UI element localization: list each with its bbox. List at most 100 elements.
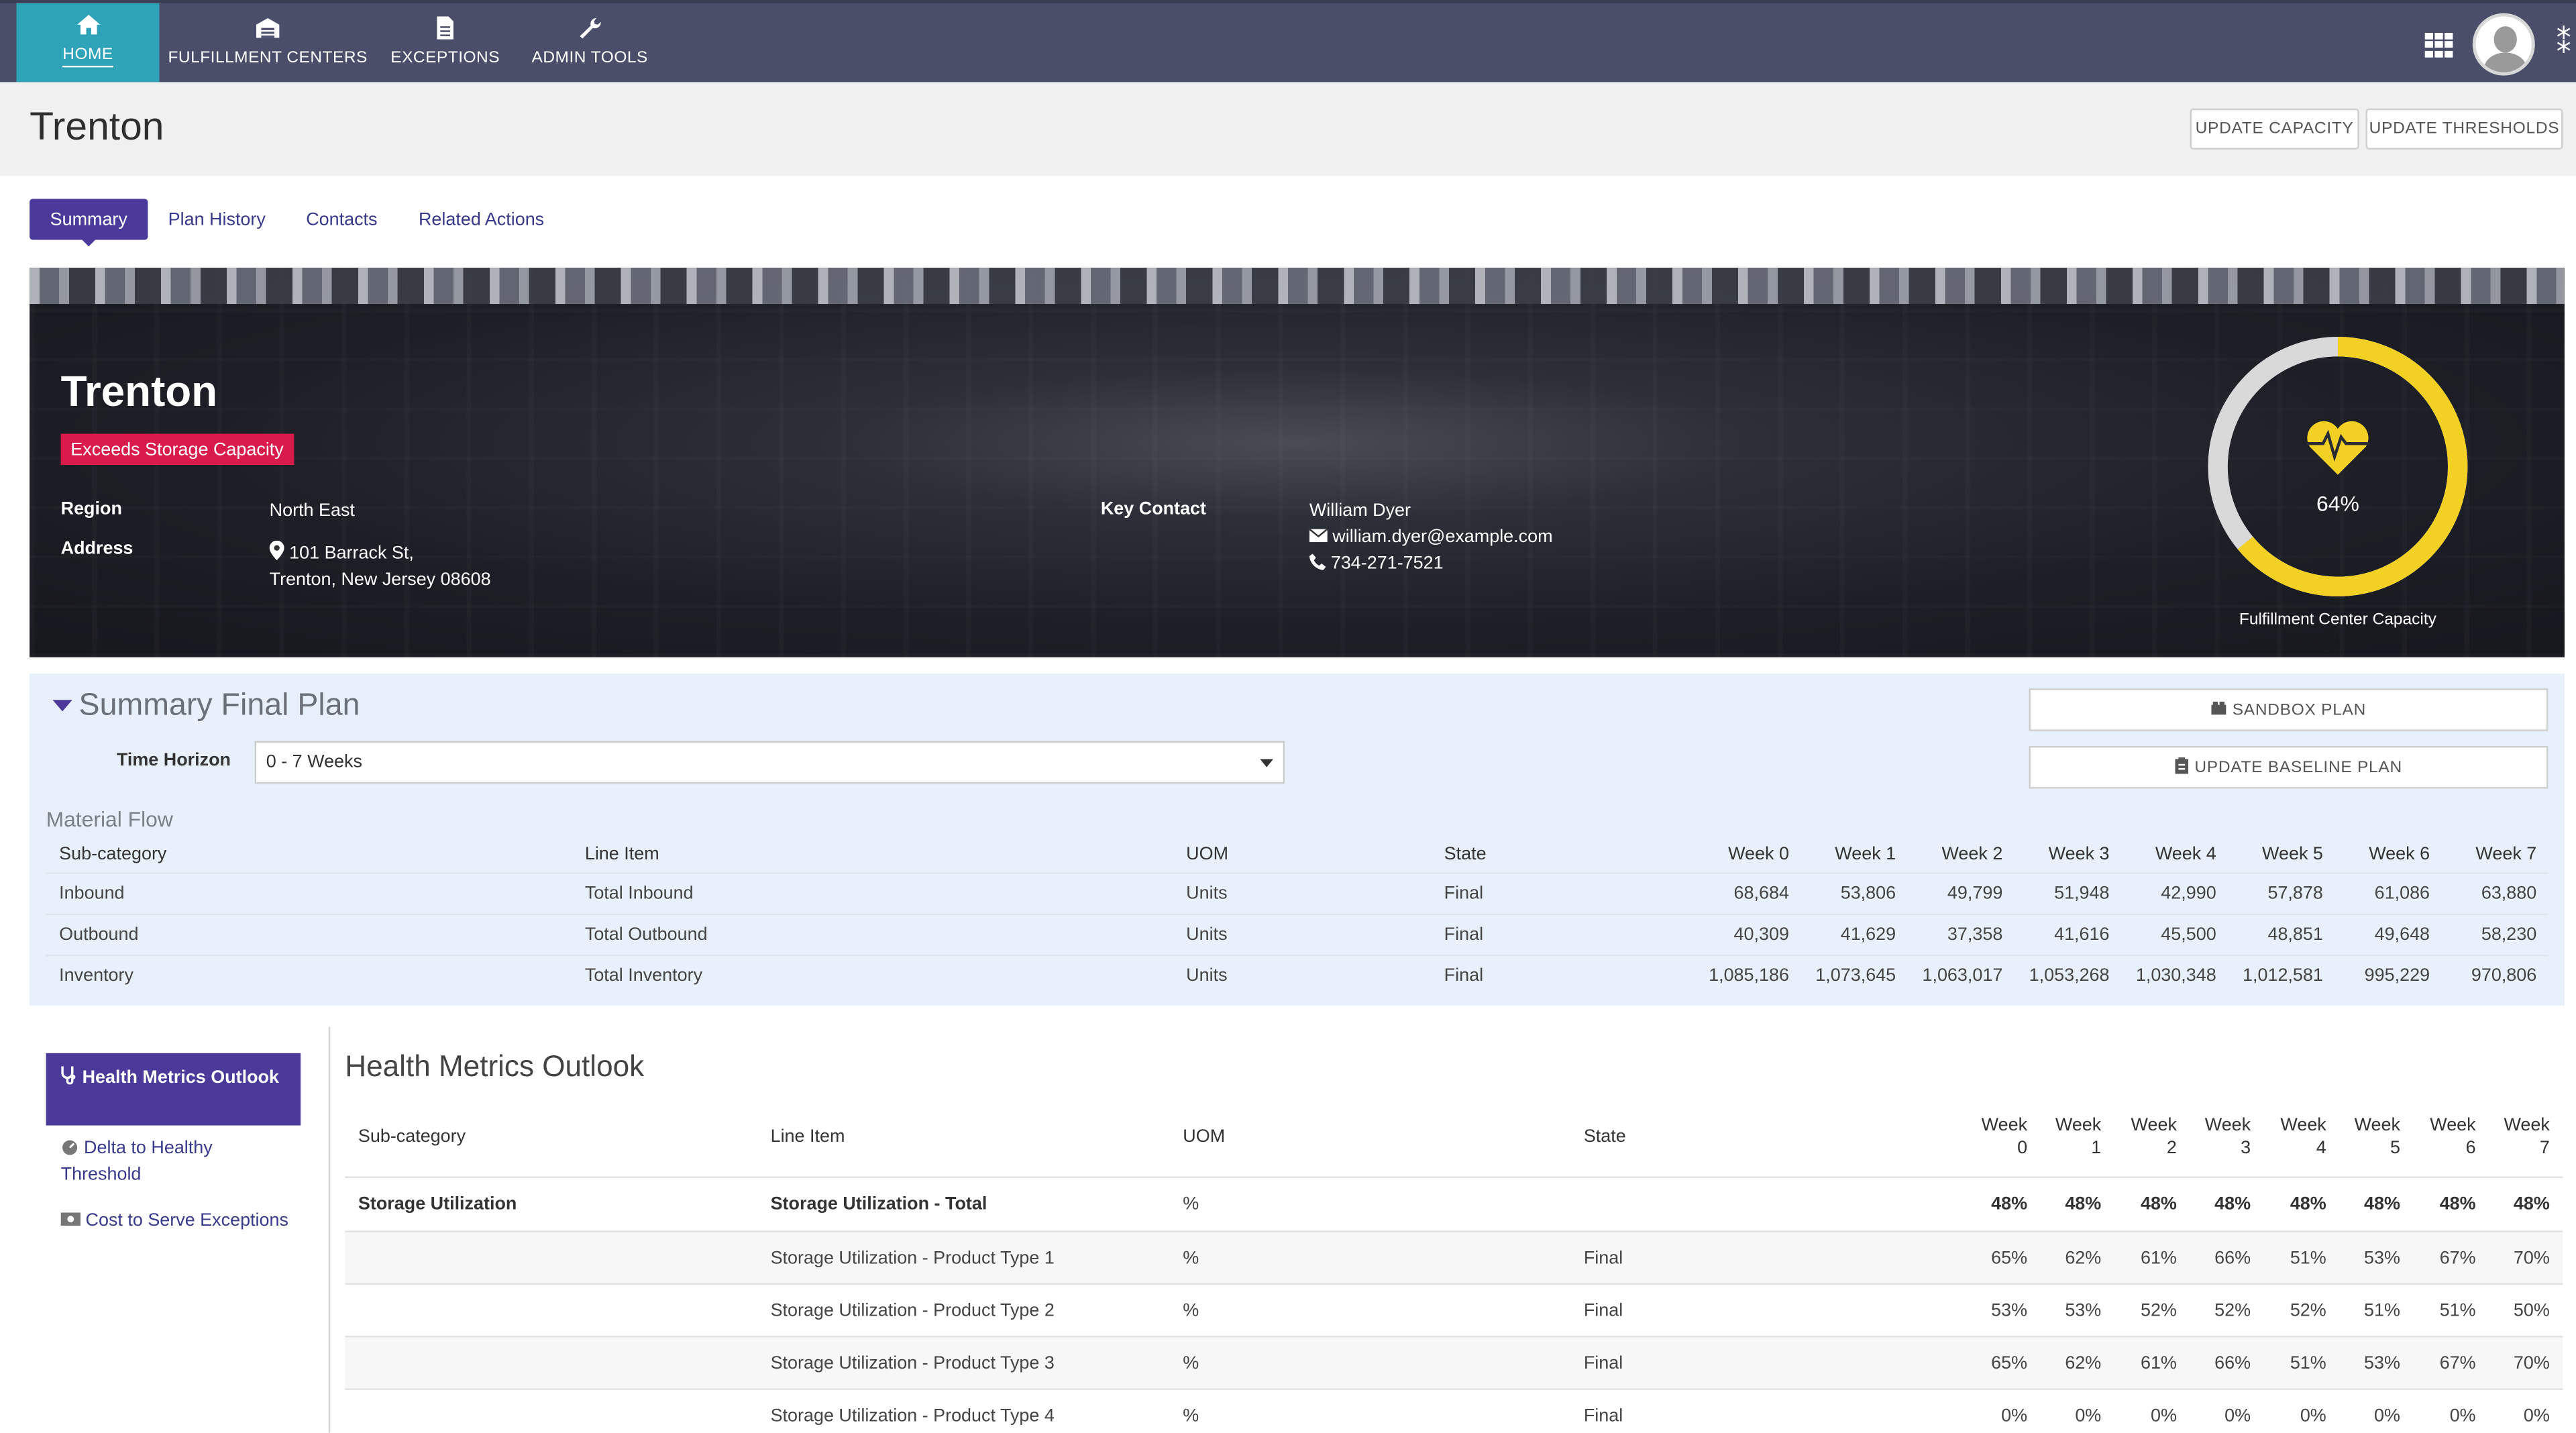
week-header-number: 0 xyxy=(2017,1138,2028,1159)
cell-line-item: Total Outbound xyxy=(584,924,708,945)
user-avatar[interactable] xyxy=(2472,13,2535,76)
contact-name: William Dyer xyxy=(1309,500,1411,521)
cell-week-value: 51% xyxy=(2364,1301,2400,1321)
tab-plan-history[interactable]: Plan History xyxy=(158,199,276,240)
cell-week-value: 48% xyxy=(2364,1194,2400,1214)
money-icon xyxy=(60,1211,81,1230)
update-baseline-plan-button[interactable]: UPDATE BASELINE PLAN xyxy=(2029,745,2548,789)
cell-subcategory: Outbound xyxy=(59,924,139,945)
stethoscope-icon xyxy=(61,1066,77,1087)
cell-week-value: 0% xyxy=(2449,1406,2476,1426)
hm-column-header-week-5[interactable]: Week 5 xyxy=(2334,1114,2400,1160)
cell-week-value: 52% xyxy=(2214,1301,2251,1321)
update-capacity-button[interactable]: UPDATE CAPACITY xyxy=(2190,108,2359,150)
top-nav-bar: HOME FULFILLMENT CENTERS EXCEPTIONS ADMI… xyxy=(0,0,2576,83)
page-title: Trenton xyxy=(30,105,164,150)
cell-week-value: 51% xyxy=(2439,1301,2476,1321)
cell-week-value: 53% xyxy=(2364,1353,2400,1374)
heartbeat-icon xyxy=(2306,421,2369,475)
cell-uom: Units xyxy=(1186,884,1228,904)
cell-line-item: Storage Utilization - Product Type 2 xyxy=(770,1301,1055,1321)
cell-week-value: 53% xyxy=(2065,1301,2102,1321)
region-label: Region xyxy=(60,499,122,519)
contact-email[interactable]: william.dyer@example.com xyxy=(1332,527,1552,547)
hm-column-header-week-4[interactable]: Week 4 xyxy=(2261,1114,2326,1160)
cell-week-value: 62% xyxy=(2065,1353,2102,1374)
cell-week-value: 58,230 xyxy=(2481,924,2537,945)
hm-column-header-week-6[interactable]: Week 6 xyxy=(2410,1114,2475,1160)
cell-uom: Units xyxy=(1186,966,1228,986)
phone-icon xyxy=(1309,553,1326,573)
column-header-subcategory[interactable]: Sub-category xyxy=(59,845,166,864)
cell-week-value: 51% xyxy=(2290,1353,2326,1374)
column-header-uom[interactable]: UOM xyxy=(1186,845,1228,864)
hm-column-header-week-0[interactable]: Week 0 xyxy=(1962,1114,2027,1160)
cell-week-value: 0% xyxy=(2523,1406,2550,1426)
nav-item-admin-tools[interactable]: ADMIN TOOLS xyxy=(523,3,657,83)
cell-uom: Units xyxy=(1186,924,1228,945)
cell-week-value: 66% xyxy=(2214,1249,2251,1269)
cell-week-value: 65% xyxy=(1991,1249,2028,1269)
cell-state: Final xyxy=(1583,1249,1623,1269)
tab-related-actions[interactable]: Related Actions xyxy=(406,199,557,240)
collapse-caret-icon[interactable] xyxy=(52,700,72,712)
hm-column-header-week-7[interactable]: Week 7 xyxy=(2484,1114,2550,1160)
sidebar-item-health-metrics-outlook[interactable]: Health Metrics Outlook xyxy=(46,1053,301,1126)
nav-item-fulfillment-centers[interactable]: FULFILLMENT CENTERS xyxy=(166,3,370,83)
sidebar-item-delta-to-healthy-threshold[interactable]: Delta to Healthy Threshold xyxy=(61,1135,291,1187)
contact-phone: 734-271-7521 xyxy=(1330,553,1444,574)
column-header-line-item[interactable]: Line Item xyxy=(585,845,659,864)
week-header-word: Week xyxy=(1981,1115,2028,1136)
cell-week-value: 0% xyxy=(2150,1406,2177,1426)
nav-item-home[interactable]: HOME xyxy=(16,3,160,83)
sandbox-plan-button[interactable]: SANDBOX PLAN xyxy=(2029,688,2548,731)
cell-week-value: 66% xyxy=(2214,1353,2251,1374)
tab-summary[interactable]: Summary xyxy=(30,199,148,247)
apps-grid-icon[interactable] xyxy=(2424,32,2453,58)
cell-week-value: 62% xyxy=(2065,1249,2102,1269)
cell-uom: % xyxy=(1183,1301,1199,1321)
warehouse-background-image xyxy=(30,268,2565,305)
hm-column-header-uom[interactable]: UOM xyxy=(1183,1127,1225,1147)
cell-week-value: 970,806 xyxy=(2471,966,2537,986)
cell-week-value: 50% xyxy=(2513,1301,2550,1321)
time-horizon-select[interactable]: 0 - 7 Weeks xyxy=(254,741,1285,784)
pin-icon[interactable]: ⁑ xyxy=(2557,26,2571,60)
cell-subcategory: Storage Utilization xyxy=(358,1194,517,1214)
week-header-number: 5 xyxy=(2390,1138,2400,1159)
week-header-number: 7 xyxy=(2539,1138,2550,1159)
map-pin-icon xyxy=(269,540,284,564)
hm-column-header-week-2[interactable]: Week 2 xyxy=(2111,1114,2177,1160)
cell-uom: % xyxy=(1183,1249,1199,1269)
cell-line-item: Total Inventory xyxy=(584,966,703,986)
hm-column-header-week-3[interactable]: Week 3 xyxy=(2185,1114,2251,1160)
cell-week-value: 0% xyxy=(2075,1406,2102,1426)
update-baseline-plan-label: UPDATE BASELINE PLAN xyxy=(2194,758,2402,777)
hm-column-header-line-item[interactable]: Line Item xyxy=(771,1127,845,1147)
column-header-week-7[interactable]: Week 7 xyxy=(2405,845,2536,864)
tab-contacts[interactable]: Contacts xyxy=(292,199,391,240)
facility-hero-banner: Trenton Exceeds Storage Capacity Region … xyxy=(30,268,2565,657)
chevron-down-icon xyxy=(1260,759,1273,767)
hm-column-header-state[interactable]: State xyxy=(1584,1127,1626,1147)
cell-subcategory: Inventory xyxy=(59,966,133,986)
gauge-icon xyxy=(61,1138,79,1158)
nav-item-exceptions[interactable]: EXCEPTIONS xyxy=(381,3,509,83)
key-contact-label: Key Contact xyxy=(1100,499,1207,519)
cell-week-value: 48% xyxy=(2439,1194,2476,1214)
hm-column-header-subcategory[interactable]: Sub-category xyxy=(358,1127,466,1147)
column-header-state[interactable]: State xyxy=(1444,845,1487,864)
cell-week-value: 63,880 xyxy=(2481,884,2537,904)
week-header-word: Week xyxy=(2055,1115,2102,1136)
contact-email-row[interactable]: william.dyer@example.com xyxy=(1309,524,1553,550)
row-divider xyxy=(46,872,2548,874)
plan-title-row[interactable]: Summary Final Plan xyxy=(52,688,360,725)
sidebar-item-cost-to-serve-exceptions[interactable]: Cost to Serve Exceptions xyxy=(60,1208,291,1234)
capacity-gauge xyxy=(2208,337,2468,596)
cell-line-item: Storage Utilization - Total xyxy=(770,1194,987,1214)
update-thresholds-button[interactable]: UPDATE THRESHOLDS xyxy=(2365,108,2563,150)
warehouse-icon xyxy=(255,16,281,39)
cell-week-value: 0% xyxy=(2224,1406,2251,1426)
hm-column-header-week-1[interactable]: Week 1 xyxy=(2035,1114,2101,1160)
cell-line-item: Total Inbound xyxy=(584,884,694,904)
